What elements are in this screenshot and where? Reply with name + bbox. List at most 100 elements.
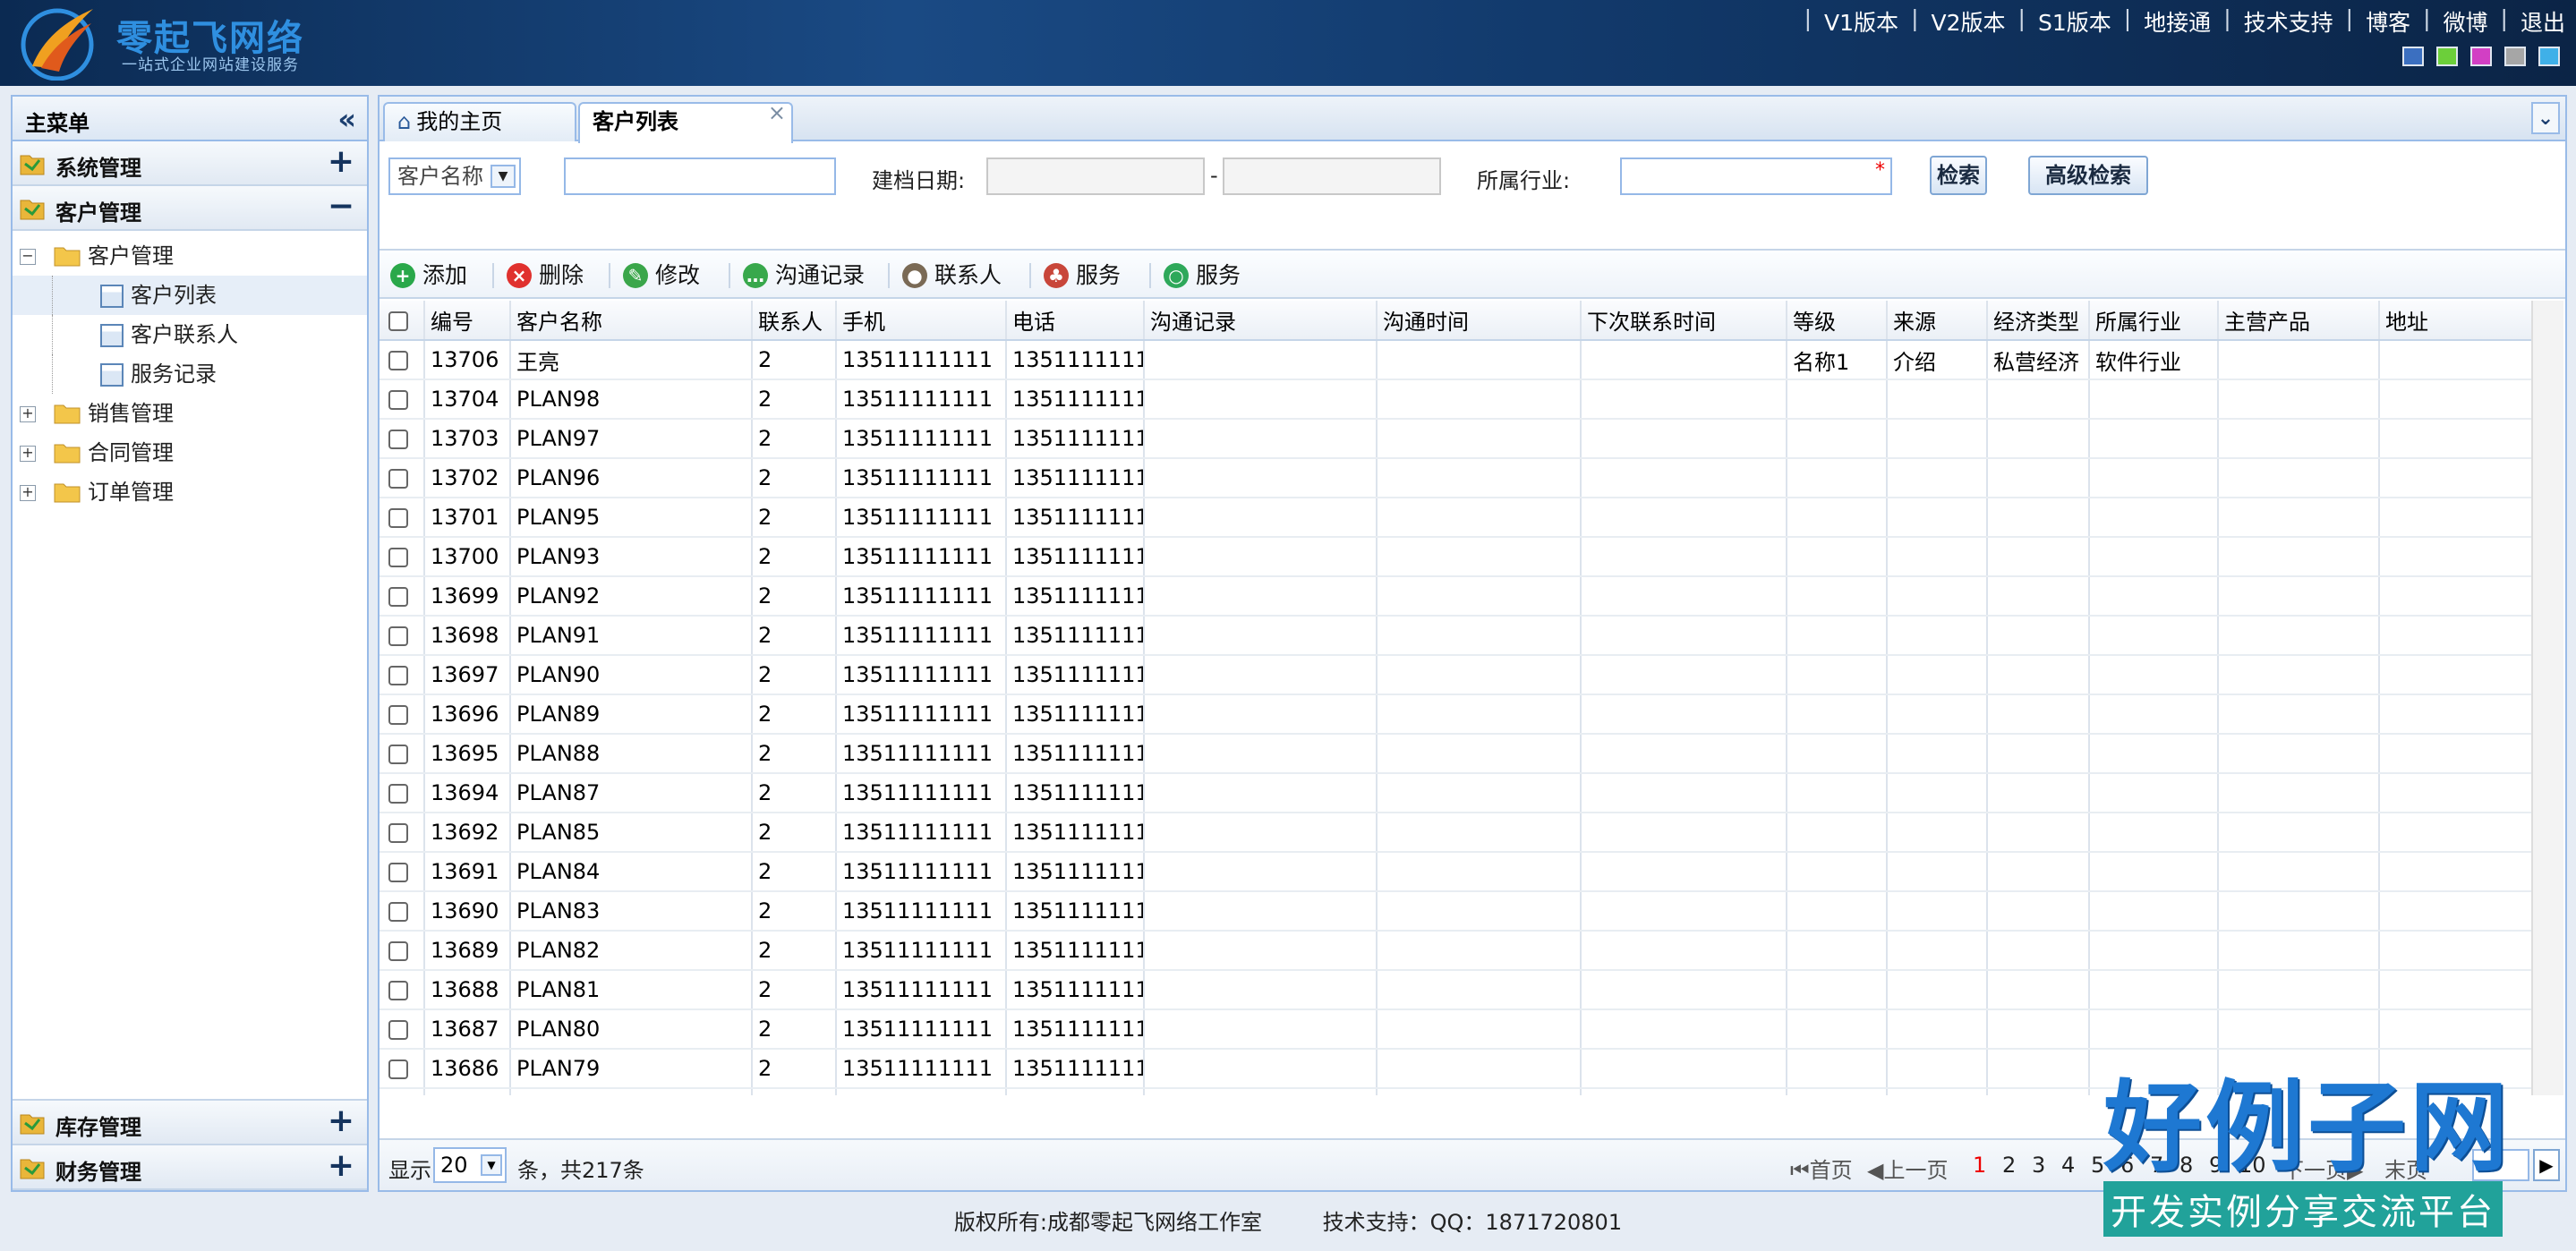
tree-folder[interactable]: + 合同管理 [13, 433, 367, 472]
column-header[interactable]: 编号 [424, 301, 511, 341]
search-button[interactable]: 检索 [1930, 156, 1987, 195]
tree-item[interactable]: 客户列表 [13, 276, 367, 315]
tree-folder[interactable]: + 销售管理 [13, 394, 367, 433]
top-nav-link[interactable]: 博客 [2366, 5, 2410, 38]
row-checkbox[interactable] [388, 981, 408, 1000]
table-row[interactable]: 13692PLAN8521351111111113511111111 [380, 813, 2533, 853]
table-row[interactable]: 13696PLAN8921351111111113511111111 [380, 694, 2533, 735]
toolbar-button[interactable]: ♣ 服务 [1044, 260, 1121, 292]
column-header[interactable]: 电话 [1006, 301, 1145, 341]
row-checkbox[interactable] [388, 745, 408, 764]
top-nav-link[interactable]: 退出 [2521, 5, 2565, 38]
sidebar-panel-header[interactable]: 系统管理 + [13, 141, 367, 186]
sidebar-panel-header[interactable]: 库存管理 + [13, 1101, 367, 1145]
toolbar-button[interactable]: … 沟通记录 [743, 260, 865, 292]
tab-menu-chevron-down-icon[interactable]: ⌄ [2531, 102, 2560, 134]
vertical-scrollbar[interactable] [2531, 301, 2563, 1095]
row-checkbox[interactable] [388, 508, 408, 528]
table-row[interactable]: 13700PLAN9321351111111113511111111 [380, 537, 2533, 577]
row-checkbox[interactable] [388, 548, 408, 567]
table-row[interactable]: 13704PLAN9821351111111113511111111 [380, 379, 2533, 420]
tab-customer-list[interactable]: 客户列表 × [578, 100, 793, 143]
column-header[interactable]: 所属行业 [2089, 301, 2219, 341]
skin-swatch[interactable] [2402, 47, 2424, 66]
column-header[interactable]: 等级 [1787, 301, 1888, 341]
row-checkbox[interactable] [388, 941, 408, 961]
first-page-link[interactable]: ⏮首页 [1790, 1153, 1853, 1184]
panel-toggle-icon[interactable]: + [328, 1102, 354, 1139]
skin-swatch[interactable] [2504, 47, 2526, 66]
table-row[interactable]: 13698PLAN9121351111111113511111111 [380, 616, 2533, 656]
expand-toggle-icon[interactable]: + [20, 446, 36, 462]
panel-toggle-icon[interactable]: + [328, 143, 354, 180]
table-row[interactable]: 13706王亮21351111111113511111111名称1介绍私营经济软… [380, 340, 2533, 380]
row-checkbox[interactable] [388, 351, 408, 370]
sidebar-panel-header[interactable]: 财务管理 + [13, 1145, 367, 1190]
table-row[interactable]: 13694PLAN8721351111111113511111111 [380, 773, 2533, 813]
column-header[interactable]: 地址 [2379, 301, 2533, 341]
table-row[interactable]: 13689PLAN8221351111111113511111111 [380, 931, 2533, 971]
page-number-link[interactable]: 4 [2061, 1153, 2075, 1178]
row-checkbox[interactable] [388, 587, 408, 607]
table-row[interactable]: 13688PLAN8121351111111113511111111 [380, 970, 2533, 1010]
column-header[interactable]: 主营产品 [2218, 301, 2380, 341]
table-row[interactable]: 13699PLAN9221351111111113511111111 [380, 576, 2533, 617]
tree-item[interactable]: 客户联系人 [13, 315, 367, 354]
column-header[interactable]: 手机 [836, 301, 1007, 341]
top-nav-link[interactable]: V2版本 [1932, 5, 2006, 38]
skin-swatch[interactable] [2470, 47, 2492, 66]
table-row[interactable]: 13697PLAN9021351111111113511111111 [380, 655, 2533, 695]
column-header[interactable]: 来源 [1887, 301, 1988, 341]
row-checkbox[interactable] [388, 666, 408, 685]
toolbar-button[interactable]: ● 联系人 [902, 260, 1002, 292]
prev-page-link[interactable]: ◀上一页 [1867, 1153, 1948, 1184]
column-header[interactable]: 沟通记录 [1144, 301, 1378, 341]
page-number-link[interactable]: 1 [1973, 1153, 1986, 1178]
row-checkbox[interactable] [388, 705, 408, 725]
search-keyword-input[interactable] [564, 157, 836, 195]
table-row[interactable]: 13701PLAN9521351111111113511111111 [380, 498, 2533, 538]
table-row[interactable]: 13695PLAN8821351111111113511111111 [380, 734, 2533, 774]
column-header[interactable]: 联系人 [752, 301, 837, 341]
page-size-select[interactable]: 20 ▼ [433, 1147, 507, 1183]
panel-toggle-icon[interactable]: + [328, 1147, 354, 1184]
toolbar-button[interactable]: × 删除 [507, 260, 584, 292]
go-page-icon[interactable]: ▶ [2533, 1149, 2560, 1181]
page-number-link[interactable]: 2 [2002, 1153, 2016, 1178]
expand-toggle-icon[interactable]: + [20, 406, 36, 422]
select-all-checkbox[interactable] [388, 311, 408, 331]
table-row[interactable]: 13691PLAN8421351111111113511111111 [380, 852, 2533, 892]
toolbar-button[interactable]: ✎ 修改 [623, 260, 700, 292]
tree-folder[interactable]: − 客户管理 [13, 236, 367, 276]
advanced-search-button[interactable]: 高级检索 [2028, 156, 2148, 195]
row-checkbox[interactable] [388, 902, 408, 922]
collapse-sidebar-icon[interactable]: « [337, 102, 356, 136]
panel-toggle-icon[interactable]: − [328, 188, 354, 225]
sidebar-panel-header[interactable]: 客户管理 − [13, 186, 367, 231]
toolbar-button[interactable]: ○ 服务 [1164, 260, 1241, 292]
column-header[interactable]: 客户名称 [510, 301, 753, 341]
row-checkbox[interactable] [388, 626, 408, 646]
page-number-link[interactable]: 5 [2091, 1153, 2104, 1178]
row-checkbox[interactable] [388, 784, 408, 804]
table-row[interactable]: 13687PLAN8021351111111113511111111 [380, 1009, 2533, 1050]
table-row[interactable]: 13703PLAN9721351111111113511111111 [380, 419, 2533, 459]
date-to-input[interactable] [1223, 157, 1441, 195]
expand-toggle-icon[interactable]: + [20, 485, 36, 501]
top-nav-link[interactable]: S1版本 [2038, 5, 2111, 38]
tab-home[interactable]: ⌂ 我的主页 [383, 102, 576, 141]
column-header[interactable]: 经济类型 [1987, 301, 2090, 341]
top-nav-link[interactable]: 微博 [2444, 5, 2488, 38]
tree-item[interactable]: 服务记录 [13, 354, 367, 394]
close-tab-icon[interactable]: × [768, 95, 786, 131]
row-checkbox[interactable] [388, 823, 408, 843]
table-row[interactable]: 13690PLAN8321351111111113511111111 [380, 891, 2533, 932]
row-checkbox[interactable] [388, 863, 408, 882]
column-header[interactable]: 下次联系时间 [1581, 301, 1787, 341]
date-from-input[interactable] [986, 157, 1205, 195]
row-checkbox[interactable] [388, 390, 408, 410]
skin-swatch[interactable] [2538, 47, 2560, 66]
table-row[interactable]: 13702PLAN9621351111111113511111111 [380, 458, 2533, 498]
row-checkbox[interactable] [388, 1060, 408, 1079]
expand-toggle-icon[interactable]: − [20, 249, 36, 265]
